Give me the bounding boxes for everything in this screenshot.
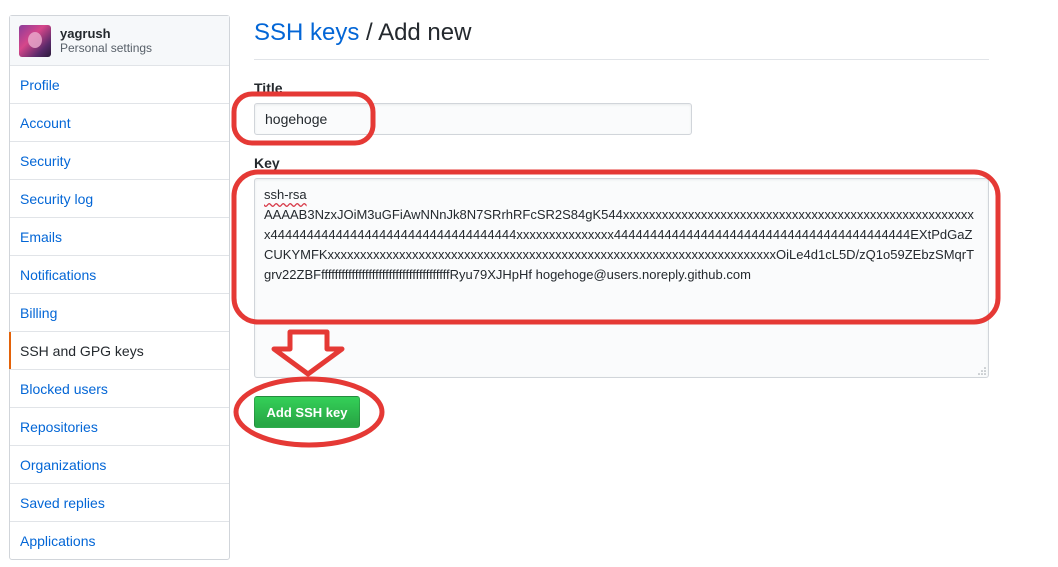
- sidebar-subtitle: Personal settings: [60, 40, 153, 55]
- key-label: Key: [254, 155, 280, 171]
- sidebar-user-header: yagrush Personal settings: [10, 16, 229, 66]
- add-ssh-key-button[interactable]: Add SSH key: [254, 396, 360, 428]
- avatar[interactable]: [19, 24, 51, 57]
- header-divider: [254, 59, 989, 60]
- sidebar-item-notifications[interactable]: Notifications: [10, 256, 229, 294]
- sidebar-item-saved-replies[interactable]: Saved replies: [10, 484, 229, 522]
- sidebar-item-repositories[interactable]: Repositories: [10, 408, 229, 446]
- key-textarea[interactable]: ssh-rsa AAAAB3NzxJOiM3uGFiAwNNnJk8N7SRrh…: [254, 178, 989, 378]
- sidebar-item-emails[interactable]: Emails: [10, 218, 229, 256]
- sidebar-item-security-log[interactable]: Security log: [10, 180, 229, 218]
- sidebar-item-security[interactable]: Security: [10, 142, 229, 180]
- sidebar-item-billing[interactable]: Billing: [10, 294, 229, 332]
- breadcrumb-ssh-keys[interactable]: SSH keys: [254, 19, 359, 46]
- page-title: SSH keys / Add new: [254, 19, 471, 47]
- title-input[interactable]: [254, 103, 692, 135]
- resize-grip-icon[interactable]: [978, 367, 986, 375]
- key-body: AAAAB3NzxJOiM3uGFiAwNNnJk8N7SRrhRFcSR2S8…: [264, 207, 975, 282]
- sidebar-menu: Profile Account Security Security log Emails…: [9, 66, 229, 559]
- sidebar-item-account[interactable]: Account: [10, 104, 229, 142]
- sidebar-item-organizations[interactable]: Organizations: [10, 446, 229, 484]
- sidebar-item-applications[interactable]: Applications: [10, 522, 229, 559]
- sidebar-item-ssh-and-gpg-keys[interactable]: SSH and GPG keys: [9, 332, 229, 370]
- breadcrumb-separator: /: [366, 19, 373, 46]
- sidebar-username[interactable]: yagrush: [60, 26, 152, 41]
- page-title-text: Add new: [378, 19, 472, 46]
- title-label: Title: [254, 80, 283, 96]
- key-first-line: ssh-rsa: [264, 187, 307, 202]
- settings-sidebar: yagrush Personal settings Profile Account…: [9, 15, 230, 560]
- sidebar-item-blocked-users[interactable]: Blocked users: [10, 370, 229, 408]
- sidebar-item-profile[interactable]: Profile: [10, 66, 229, 104]
- sidebar-user-info: yagrush Personal settings: [60, 26, 152, 56]
